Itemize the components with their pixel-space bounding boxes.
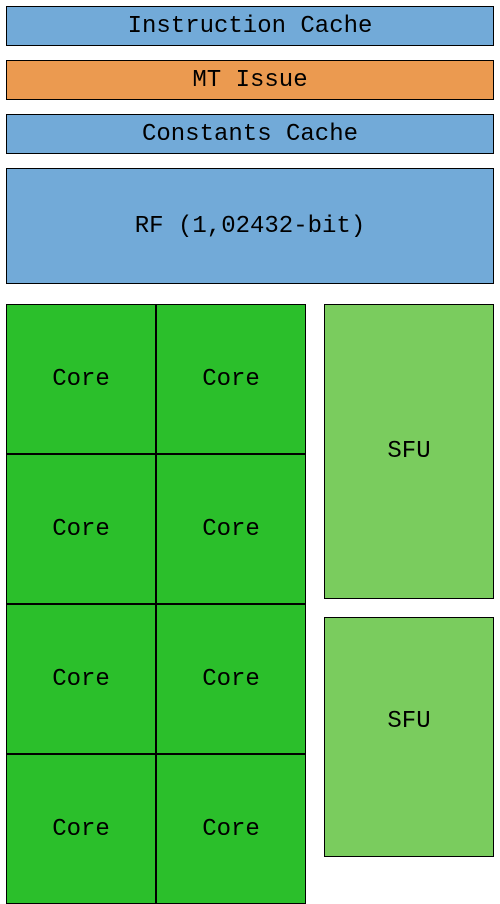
constants-cache-block: Constants Cache [6,114,494,154]
core-block: Core [156,304,306,454]
constants-cache-label: Constants Cache [142,121,358,148]
register-file-block: RF (1,02432-bit) [6,168,494,284]
sfu-column: SFU SFU [324,304,494,904]
instruction-cache-block: Instruction Cache [6,6,494,46]
cores-grid: Core Core Core Core Core Core Core Core [6,304,306,904]
instruction-cache-label: Instruction Cache [128,13,373,40]
core-label: Core [202,366,260,393]
core-block: Core [156,604,306,754]
core-label: Core [52,666,110,693]
sfu-label: SFU [387,708,430,735]
core-block: Core [6,754,156,904]
mt-issue-block: MT Issue [6,60,494,100]
core-label: Core [52,516,110,543]
core-block: Core [156,754,306,904]
core-block: Core [156,454,306,604]
core-label: Core [202,816,260,843]
core-label: Core [52,816,110,843]
core-label: Core [52,366,110,393]
sfu-label: SFU [387,438,430,465]
core-label: Core [202,516,260,543]
core-block: Core [6,604,156,754]
core-block: Core [6,454,156,604]
core-block: Core [6,304,156,454]
execution-units-area: Core Core Core Core Core Core Core Core … [6,304,494,904]
processor-diagram: Instruction Cache MT Issue Constants Cac… [0,0,500,904]
sfu-block: SFU [324,617,494,857]
register-file-label: RF (1,02432-bit) [135,213,365,240]
sfu-block: SFU [324,304,494,599]
core-label: Core [202,666,260,693]
mt-issue-label: MT Issue [192,67,307,94]
